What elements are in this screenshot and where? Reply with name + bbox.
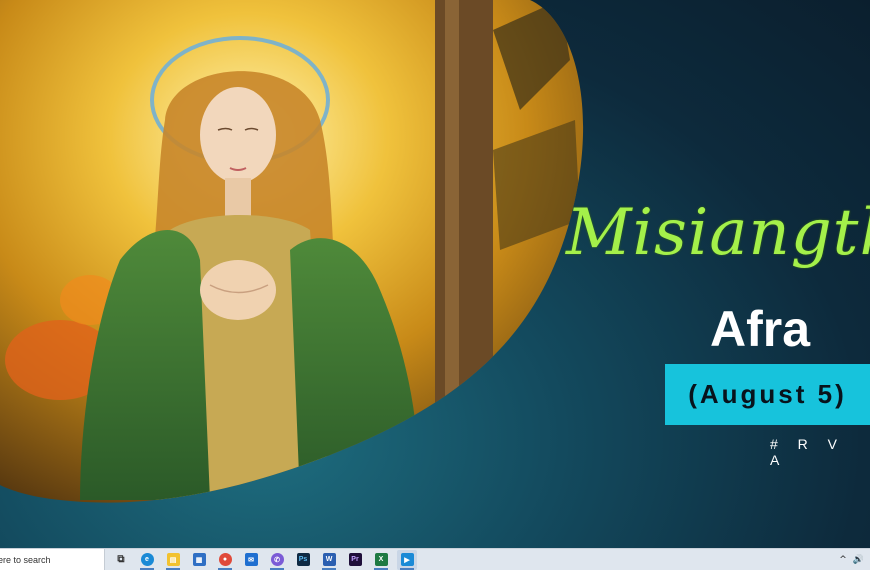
saint-name: Afra: [710, 301, 811, 357]
feast-date: (August 5): [688, 379, 847, 409]
taskbar-icons: ⧉ e ▤ ▦ ● ✉ ✆ Ps W Pr X ▶: [111, 549, 423, 570]
store-icon[interactable]: ▦: [189, 550, 209, 570]
system-tray: ^ 🔊: [833, 555, 864, 565]
hashtag: # R V A: [770, 436, 846, 468]
date-banner: (August 5): [665, 364, 870, 425]
search-placeholder: ere to search: [0, 554, 51, 565]
volume-icon[interactable]: 🔊: [853, 555, 864, 565]
file-explorer-icon[interactable]: ▤: [163, 550, 183, 570]
excel-icon[interactable]: X: [371, 550, 391, 570]
mail-icon[interactable]: ✉: [241, 550, 261, 570]
task-view-icon[interactable]: ⧉: [111, 550, 131, 570]
premiere-icon[interactable]: Pr: [345, 550, 365, 570]
viber-icon[interactable]: ✆: [267, 550, 287, 570]
word-icon[interactable]: W: [319, 550, 339, 570]
edge-icon[interactable]: e: [137, 550, 157, 570]
poster-canvas: Misiangtho Afra (August 5) # R V A: [0, 0, 870, 548]
saint-painting: [0, 0, 584, 503]
taskbar: ere to search ⧉ e ▤ ▦ ● ✉ ✆ Ps W Pr X ▶ …: [0, 548, 870, 570]
chrome-icon[interactable]: ●: [215, 550, 235, 570]
script-title: Misiangtho: [566, 196, 870, 270]
taskbar-search-box[interactable]: ere to search: [0, 548, 105, 570]
tray-chevron-icon[interactable]: ^: [839, 555, 847, 565]
photoshop-icon[interactable]: Ps: [293, 550, 313, 570]
photos-icon[interactable]: ▶: [397, 549, 417, 570]
